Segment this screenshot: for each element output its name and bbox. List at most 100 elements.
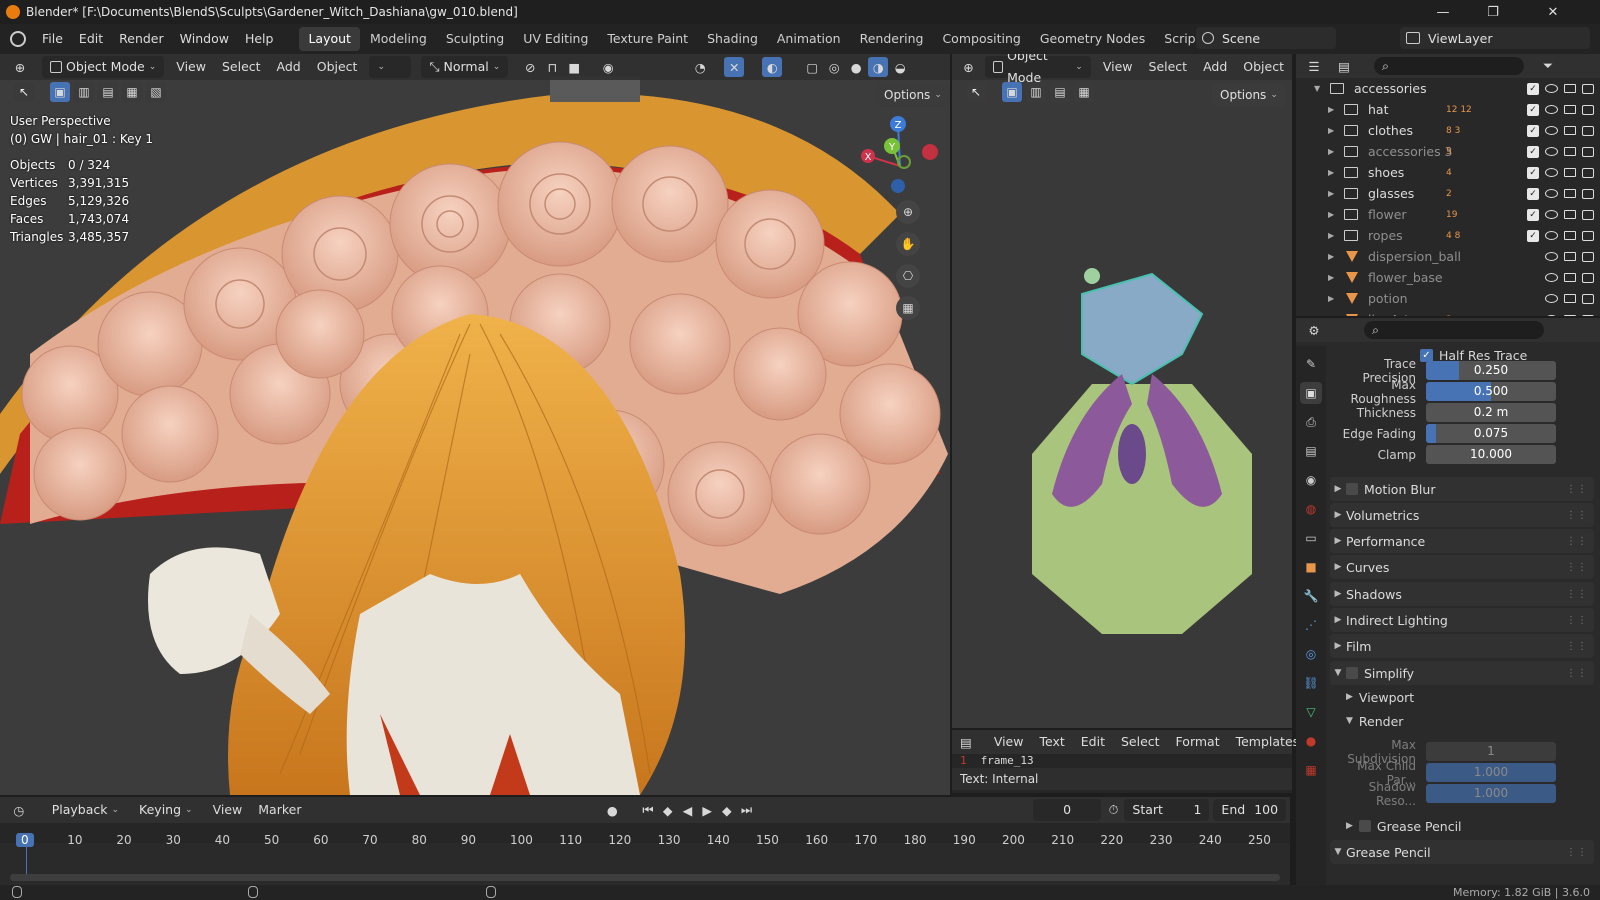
- material-tab-icon[interactable]: ●: [1300, 730, 1322, 752]
- tab-animation[interactable]: Animation: [768, 27, 850, 51]
- select-intersect-icon[interactable]: ▧: [146, 82, 166, 102]
- select-extend-icon[interactable]: ▥: [1026, 82, 1046, 102]
- filter-icon[interactable]: ⏷: [1538, 56, 1558, 76]
- outliner-item-flower[interactable]: ▶ flower 19 ✓: [1296, 204, 1600, 225]
- secondary-menu-add[interactable]: Add: [1195, 56, 1235, 78]
- text-line[interactable]: 1 frame_13: [952, 754, 1292, 768]
- panel-film[interactable]: ▶ Film ⋮⋮: [1330, 634, 1594, 658]
- viewport-menu-view[interactable]: View: [168, 56, 214, 78]
- select-new-icon[interactable]: ▣: [50, 82, 70, 102]
- drag-handle-icon[interactable]: ⋮⋮: [1566, 536, 1588, 547]
- exclude-checkbox[interactable]: ✓: [1527, 145, 1539, 158]
- clamp-slider[interactable]: 10.000: [1426, 445, 1556, 464]
- scene-selector[interactable]: Scene: [1196, 27, 1336, 49]
- mode-dropdown[interactable]: Object Mode ⌄: [42, 56, 165, 78]
- xray-icon[interactable]: ▢: [802, 57, 822, 77]
- disclosure-triangle-icon[interactable]: ▶: [1328, 126, 1334, 135]
- panel-motion-blur[interactable]: ▶ Motion Blur ⋮⋮: [1330, 477, 1594, 501]
- select-new-icon[interactable]: ▣: [1002, 82, 1022, 102]
- select-subtract-icon[interactable]: ▤: [98, 82, 118, 102]
- text-menu-text[interactable]: Text: [1031, 731, 1072, 753]
- menu-file[interactable]: File: [34, 24, 71, 54]
- outliner-item-potion[interactable]: ▶ potion: [1296, 288, 1600, 309]
- render-camera-icon[interactable]: [1582, 146, 1594, 157]
- select-tool-icon[interactable]: ↖: [966, 82, 986, 102]
- timeline-menu-keying[interactable]: Keying ⌄: [131, 799, 201, 821]
- outliner-item-accessories[interactable]: ▼ accessories ✓: [1296, 78, 1600, 99]
- start-frame-field[interactable]: Start 1: [1124, 799, 1210, 821]
- menu-window[interactable]: Window: [172, 24, 237, 54]
- viewport-disable-icon[interactable]: [1564, 273, 1576, 282]
- viewport-disable-icon[interactable]: [1564, 84, 1576, 93]
- subpanel-render[interactable]: ▼ Render: [1346, 710, 1403, 732]
- overlay-toggle-icon[interactable]: ◐: [762, 57, 783, 77]
- menu-edit[interactable]: Edit: [71, 24, 111, 54]
- editor-type-icon[interactable]: ⚙: [1304, 320, 1324, 340]
- tab-layout[interactable]: Layout: [299, 27, 360, 51]
- constraints-tab-icon[interactable]: ⛓: [1300, 672, 1322, 694]
- grease-pencil-checkbox[interactable]: [1358, 820, 1371, 832]
- exclude-checkbox[interactable]: ✓: [1527, 208, 1539, 221]
- max-subdivision-slider[interactable]: 1: [1426, 742, 1556, 761]
- viewport-menu-select[interactable]: Select: [214, 56, 269, 78]
- text-menu-view[interactable]: View: [986, 731, 1032, 753]
- drag-handle-icon[interactable]: ⋮⋮: [1566, 641, 1588, 652]
- 3d-viewport[interactable]: ⊕ Object Mode ⌄ View Select Add Object ⌄…: [0, 54, 950, 795]
- visibility-icon[interactable]: ◔: [690, 57, 710, 77]
- physics-tab-icon[interactable]: ◎: [1300, 643, 1322, 665]
- viewport-disable-icon[interactable]: [1564, 210, 1576, 219]
- panel-shadows[interactable]: ▶ Shadows ⋮⋮: [1330, 582, 1594, 606]
- editor-type-icon[interactable]: ◷: [10, 800, 28, 820]
- play-icon[interactable]: ▶: [698, 800, 716, 820]
- end-frame-field[interactable]: End 100: [1213, 799, 1287, 821]
- texture-tab-icon[interactable]: ▦: [1300, 759, 1322, 781]
- tool-tab-icon[interactable]: ✎: [1300, 353, 1322, 375]
- viewport-disable-icon[interactable]: [1564, 126, 1576, 135]
- select-subtract-icon[interactable]: ▤: [1050, 82, 1070, 102]
- world-tab-icon[interactable]: ◍: [1300, 498, 1322, 520]
- exclude-checkbox[interactable]: ✓: [1527, 103, 1539, 116]
- text-menu-format[interactable]: Format: [1168, 731, 1228, 753]
- render-camera-icon[interactable]: [1582, 188, 1594, 199]
- extra-dropdown[interactable]: ⌄: [369, 56, 412, 78]
- render-camera-icon[interactable]: [1582, 251, 1594, 262]
- ortho-grid-icon[interactable]: ▦: [896, 296, 920, 320]
- timeline-menu-marker[interactable]: Marker: [250, 799, 309, 821]
- outliner-item-shoes[interactable]: ▶ shoes 4 ✓: [1296, 162, 1600, 183]
- subpanel-grease-pencil[interactable]: ▶ Grease Pencil: [1346, 815, 1462, 837]
- disclosure-triangle-icon[interactable]: ▶: [1328, 252, 1334, 261]
- stopwatch-icon[interactable]: ⏱: [1105, 800, 1123, 820]
- visibility-eye-icon[interactable]: [1545, 105, 1558, 114]
- editor-type-icon[interactable]: ⊕: [960, 57, 977, 77]
- pivot-icon[interactable]: ⊘: [520, 57, 540, 77]
- rendered-shading-icon[interactable]: ◒: [890, 57, 910, 77]
- select-invert-icon[interactable]: ▦: [1074, 82, 1094, 102]
- visibility-eye-icon[interactable]: [1545, 210, 1558, 219]
- panel-performance[interactable]: ▶ Performance ⋮⋮: [1330, 529, 1594, 553]
- blender-menu-icon[interactable]: [10, 31, 26, 47]
- secondary-mode-dropdown[interactable]: Object Mode ⌄: [984, 54, 1091, 85]
- render-camera-icon[interactable]: [1582, 209, 1594, 220]
- disclosure-triangle-icon[interactable]: ▶: [1328, 231, 1334, 240]
- close-button[interactable]: ✕: [1530, 0, 1576, 24]
- exclude-checkbox[interactable]: ✓: [1527, 124, 1539, 137]
- view-layer-tab-icon[interactable]: ▤: [1300, 440, 1322, 462]
- visibility-eye-icon[interactable]: [1545, 126, 1558, 135]
- outliner-item-clothes[interactable]: ▶ clothes 8 3 ✓: [1296, 120, 1600, 141]
- particles-tab-icon[interactable]: ⋰: [1300, 614, 1322, 636]
- menu-help[interactable]: Help: [237, 24, 282, 54]
- editor-type-icon[interactable]: ▤: [960, 732, 972, 752]
- jump-keyframe-back-icon[interactable]: ◆: [659, 800, 677, 820]
- gizmo-toggle-icon[interactable]: ✕: [724, 57, 745, 77]
- timeline-scrollbar[interactable]: [10, 874, 1280, 881]
- render-camera-icon[interactable]: [1582, 104, 1594, 115]
- properties-search-input[interactable]: ⌕: [1364, 321, 1544, 339]
- panel-grease-pencil[interactable]: ▼ Grease Pencil ⋮⋮: [1330, 840, 1594, 864]
- object-tab-icon[interactable]: ■: [1300, 556, 1322, 578]
- wireframe-shading-icon[interactable]: ◎: [824, 57, 844, 77]
- drag-handle-icon[interactable]: ⋮⋮: [1566, 615, 1588, 626]
- maximize-button[interactable]: ❐: [1470, 0, 1516, 24]
- visibility-eye-icon[interactable]: [1545, 189, 1558, 198]
- viewport-disable-icon[interactable]: [1564, 252, 1576, 261]
- outliner-item-hat[interactable]: ▶ hat 12 12 ✓: [1296, 99, 1600, 120]
